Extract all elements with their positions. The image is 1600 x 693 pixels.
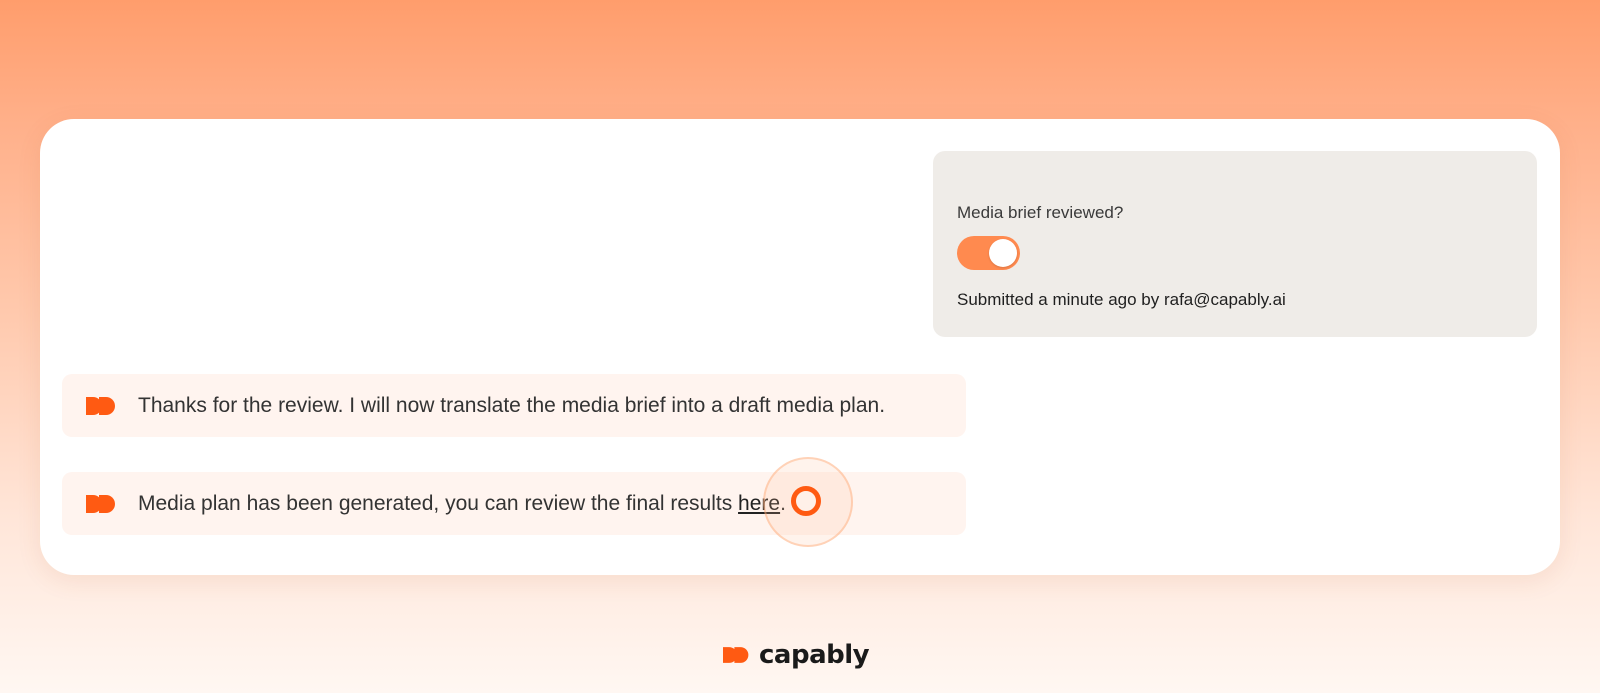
review-submitted-meta: Submitted a minute ago by rafa@capably.a… (957, 290, 1286, 309)
capably-bot-icon (86, 494, 118, 513)
message-text-before: Media plan has been generated, you can r… (138, 491, 739, 515)
bot-message-text: Media plan has been generated, you can r… (138, 492, 786, 516)
review-panel: Media brief reviewed? Submitted a minute… (933, 151, 1537, 337)
footer-brand: capably (723, 640, 870, 670)
capably-bot-icon (86, 396, 118, 415)
bot-message-text: Thanks for the review. I will now transl… (138, 393, 886, 417)
chat-card: Media brief reviewed? Submitted a minute… (40, 119, 1560, 575)
review-question: Media brief reviewed? (957, 203, 1124, 222)
bot-message: Media plan has been generated, you can r… (62, 472, 966, 535)
results-link[interactable]: here (738, 492, 780, 515)
capably-logo-icon (723, 647, 751, 663)
brand-name: capably (759, 640, 870, 670)
bot-message: Thanks for the review. I will now transl… (62, 374, 966, 437)
message-text-after: . (780, 491, 786, 515)
media-brief-reviewed-toggle[interactable] (957, 236, 1020, 270)
toggle-knob (989, 239, 1017, 267)
